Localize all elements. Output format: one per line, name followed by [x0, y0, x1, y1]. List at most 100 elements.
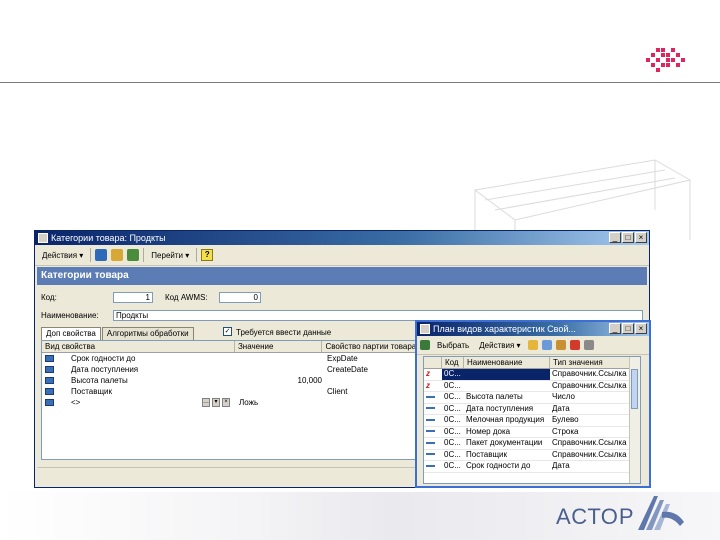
pixel-square	[666, 63, 670, 67]
pixel-square	[676, 63, 680, 67]
tab-extra-properties[interactable]: Доп свойства	[41, 327, 101, 340]
goto-menu[interactable]: Перейти ▾	[148, 250, 192, 261]
column-batch-property[interactable]: Свойство партии товара	[322, 341, 416, 352]
delete-icon[interactable]	[569, 340, 580, 350]
maximize-button[interactable]: □	[622, 232, 634, 243]
row-mark-icon: z	[426, 369, 430, 378]
picker-toolbar: Выбрать Действия ▾	[417, 336, 649, 355]
table-row-editing[interactable]: <> Ложь … ▾ ×	[42, 397, 416, 408]
table-row[interactable]: Высота палеты 10,000	[42, 375, 416, 386]
toolbar-separator	[196, 248, 198, 262]
list-item[interactable]: 0С... Срок годности до Дата	[424, 461, 640, 473]
category-window-titlebar[interactable]: Категории товара: Продкты _ □ ×	[35, 231, 649, 245]
maximize-button[interactable]: □	[622, 323, 634, 334]
table-row[interactable]: Поставщик Client	[42, 386, 416, 397]
add-icon[interactable]	[527, 340, 538, 350]
wms-code-field[interactable]: 0	[219, 292, 261, 303]
dropdown-arrow-icon[interactable]: ▾	[212, 398, 220, 407]
minimize-button[interactable]: _	[609, 323, 621, 334]
item-code: 0С...	[444, 415, 461, 424]
characteristics-picker-window: План видов характеристик Свой... _ □ × В…	[415, 320, 651, 488]
close-button[interactable]: ×	[635, 232, 647, 243]
column-value-type[interactable]: Тип значения	[550, 357, 632, 368]
pixel-square	[656, 48, 660, 52]
help-icon[interactable]: ?	[201, 249, 214, 261]
pixel-square	[681, 58, 685, 62]
property-batch-field	[324, 397, 414, 408]
pixel-square	[646, 58, 650, 62]
property-row-icon	[45, 355, 54, 362]
save-icon[interactable]	[111, 249, 124, 261]
toolbar-separator	[90, 248, 92, 262]
code-field[interactable]: 1	[113, 292, 153, 303]
property-name-editor[interactable]: <>	[68, 397, 236, 408]
list-item[interactable]: 0С... Пакет документации Справочник.Ссылка	[424, 438, 640, 450]
minimize-button[interactable]: _	[609, 232, 621, 243]
actions-menu[interactable]: Действия ▾	[39, 250, 86, 261]
picker-titlebar[interactable]: План видов характеристик Свой... _ □ ×	[417, 322, 649, 336]
hierarchy-icon[interactable]	[583, 340, 594, 350]
select-ellipsis-button[interactable]: …	[202, 398, 210, 407]
copy-icon[interactable]	[541, 340, 552, 350]
list-item[interactable]: 0С... Мелочная продукция Булево	[424, 415, 640, 427]
refresh-icon[interactable]	[127, 249, 140, 261]
property-row-icon	[45, 377, 54, 384]
pixel-square	[676, 53, 680, 57]
column-value[interactable]: Значение	[235, 341, 323, 352]
item-code: 0С...	[444, 380, 461, 390]
row-mark-icon	[424, 450, 442, 461]
list-item[interactable]: z 0С... Справочник.Ссылка	[424, 369, 640, 381]
input-required-checkbox[interactable]: ✓	[223, 327, 232, 336]
item-name: Срок годности до	[466, 461, 531, 470]
window-icon	[38, 233, 48, 243]
list-item[interactable]: 0С... Поставщик Справочник.Ссылка	[424, 449, 640, 461]
form-header: Категории товара	[37, 267, 647, 285]
wms-code-label: Код AWMS:	[165, 293, 208, 302]
item-value-type: Строка	[552, 426, 579, 436]
tab-processing-algorithms[interactable]: Алгоритмы обработки	[101, 327, 194, 340]
column-name[interactable]: Наименование	[464, 357, 550, 368]
pixel-square	[666, 53, 670, 57]
row-mark-icon	[424, 427, 442, 438]
item-code: 0С...	[444, 438, 461, 447]
item-name: Поставщик	[466, 449, 508, 459]
item-code: 0С...	[444, 461, 461, 470]
property-row-icon	[45, 399, 54, 406]
select-button[interactable]: Выбрать	[434, 340, 472, 351]
tab-bar: Доп свойства Алгоритмы обработки	[41, 327, 195, 340]
window-icon	[420, 324, 430, 334]
code-label: Код:	[41, 293, 57, 302]
item-value-type: Число	[552, 392, 576, 401]
table-row[interactable]: Дата поступления CreateDate	[42, 364, 416, 375]
toolbar-separator	[143, 248, 145, 262]
pixel-square	[656, 68, 660, 72]
item-value-type: Дата	[552, 403, 570, 413]
property-name: Срок годности до	[71, 354, 136, 363]
item-name	[464, 381, 550, 392]
row-mark-icon	[424, 392, 442, 403]
list-item[interactable]: 0С... Высота палеты Число	[424, 392, 640, 404]
list-item[interactable]: 0С... Дата поступления Дата	[424, 403, 640, 415]
close-button[interactable]: ×	[635, 323, 647, 334]
row-mark-icon	[424, 438, 442, 449]
list-item[interactable]: z 0С... Справочник.Ссылка	[424, 380, 640, 392]
item-value-type: Справочник.Ссылка	[552, 449, 627, 459]
item-name: Номер дока	[466, 426, 511, 436]
row-mark-icon	[424, 415, 442, 426]
column-code[interactable]: Код	[442, 357, 464, 368]
picker-actions-menu[interactable]: Действия ▾	[476, 340, 523, 351]
clear-x-icon[interactable]: ×	[222, 398, 230, 407]
vertical-scrollbar[interactable]	[629, 357, 640, 483]
list-item[interactable]: 0С... Номер дока Строка	[424, 426, 640, 438]
pixel-square	[661, 53, 665, 57]
edit-icon[interactable]	[555, 340, 566, 350]
item-code: 0С...	[444, 426, 461, 436]
column-property-kind[interactable]: Вид свойства	[42, 341, 235, 352]
item-name: Высота палеты	[466, 392, 523, 401]
category-toolbar: Действия ▾ Перейти ▾ ?	[35, 245, 649, 266]
scrollbar-thumb[interactable]	[631, 369, 638, 409]
item-name	[464, 369, 550, 380]
back-arrow-icon[interactable]	[95, 249, 108, 261]
item-value-type: Справочник.Ссылка	[552, 380, 627, 390]
table-row[interactable]: Срок годности до ExpDate	[42, 353, 416, 364]
